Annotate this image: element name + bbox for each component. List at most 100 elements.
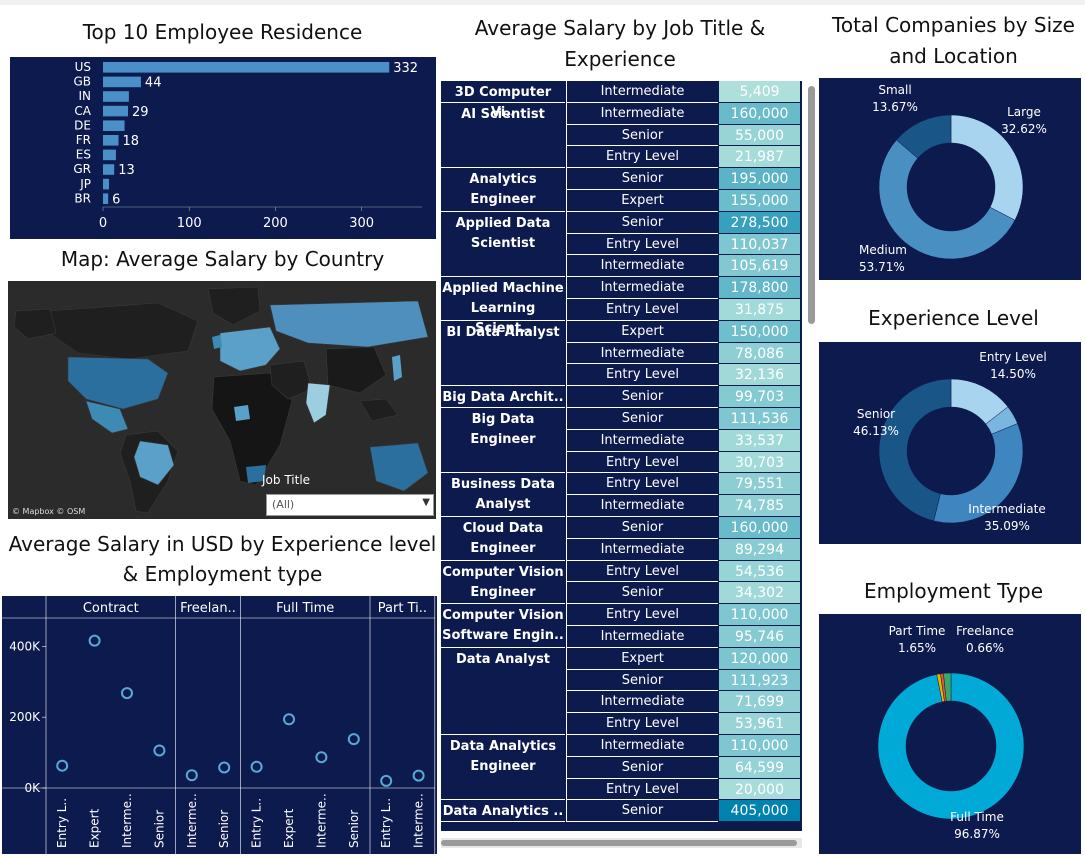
experience-cell[interactable]: Intermediate <box>566 277 718 299</box>
experience-cell[interactable]: Senior <box>566 408 718 430</box>
job-title-cell[interactable]: Big Data Engineer <box>441 408 565 474</box>
salary-cell[interactable]: 30,703 <box>719 451 800 473</box>
experience-cell[interactable]: Intermediate <box>566 429 718 452</box>
donut-slice-pct: 96.87% <box>954 827 1000 841</box>
salary-cell[interactable]: 155,000 <box>719 190 800 211</box>
job-title-cell[interactable]: Cloud Data Engineer <box>441 517 565 561</box>
experience-cell[interactable]: Entry Level <box>566 560 718 583</box>
salary-cell[interactable]: 79,551 <box>719 473 800 495</box>
experience-cell[interactable]: Intermediate <box>566 538 718 561</box>
salary-cell[interactable]: 78,086 <box>719 342 800 364</box>
experience-cell[interactable]: Entry Level <box>566 146 718 169</box>
salary-cell[interactable]: 110,037 <box>719 233 800 255</box>
experience-cell[interactable]: Intermediate <box>566 495 718 517</box>
experience-cell[interactable]: Entry Level <box>566 778 718 801</box>
job-title-cell[interactable]: Data Analyst <box>441 648 565 735</box>
table-horizontal-scrollbar-thumb[interactable] <box>441 840 797 846</box>
salary-cell[interactable]: 160,000 <box>719 102 800 124</box>
table-horizontal-scrollbar-track[interactable] <box>441 838 802 848</box>
salary-cell[interactable]: 120,000 <box>719 647 800 669</box>
scatter-title: Average Salary in USD by Experience leve… <box>8 532 437 586</box>
experience-cell[interactable]: Entry Level <box>566 299 718 321</box>
salary-cell[interactable]: 31,875 <box>719 299 800 320</box>
salary-cell[interactable]: 89,294 <box>719 538 800 560</box>
experience-cell[interactable]: Intermediate <box>566 626 718 648</box>
job-title-cell[interactable]: Big Data Archit.. <box>441 386 565 408</box>
salary-cell[interactable]: 54,536 <box>719 560 800 582</box>
scatter-point <box>315 751 328 764</box>
experience-cell[interactable]: Senior <box>566 517 718 539</box>
experience-cell[interactable]: Expert <box>566 320 718 343</box>
experience-cell[interactable]: Senior <box>566 669 718 692</box>
donut-slice-label: Senior <box>857 407 895 421</box>
experience-cell[interactable]: Entry Level <box>566 233 718 256</box>
salary-cell[interactable]: 278,500 <box>719 211 800 233</box>
experience-cell[interactable]: Senior <box>566 756 718 779</box>
experience-cell[interactable]: Expert <box>566 647 718 670</box>
salary-cell[interactable]: 110,000 <box>719 735 800 756</box>
bar <box>103 62 390 73</box>
salary-cell[interactable]: 33,537 <box>719 429 800 451</box>
experience-cell[interactable]: Entry Level <box>566 604 718 626</box>
experience-cell[interactable]: Senior <box>566 582 718 605</box>
experience-cell[interactable]: Senior <box>566 211 718 234</box>
salary-table[interactable]: 3D Computer Vi.. Intermediate 5,409 AI Scie… <box>441 81 802 831</box>
job-title-cell[interactable]: Computer Vision Software Engin.. <box>441 604 565 648</box>
experience-cell[interactable]: Intermediate <box>566 735 718 757</box>
job-title-cell[interactable]: Data Analytics Engineer <box>441 735 565 801</box>
donut-slice-pct: 53.71% <box>859 260 905 274</box>
job-title-cell[interactable]: Business Data Analyst <box>441 473 565 517</box>
salary-cell[interactable]: 150,000 <box>719 320 800 342</box>
map-panel[interactable]: Job Title (All) ▼ © Mapbox © OSM <box>8 281 436 519</box>
salary-cell[interactable]: 111,536 <box>719 408 800 429</box>
salary-cell[interactable]: 195,000 <box>719 168 800 189</box>
donut-slice-pct: 1.65% <box>898 641 936 655</box>
job-title-cell[interactable]: Applied Data Scientist <box>441 212 565 278</box>
experience-cell[interactable]: Entry Level <box>566 451 718 474</box>
world-map[interactable] <box>8 281 436 519</box>
salary-cell[interactable]: 64,599 <box>719 756 800 778</box>
chevron-down-icon[interactable]: ▼ <box>422 497 430 508</box>
experience-cell[interactable]: Senior <box>566 800 718 823</box>
job-title-cell[interactable]: 3D Computer Vi.. <box>441 81 565 120</box>
salary-cell[interactable]: 53,961 <box>719 713 800 734</box>
experience-cell[interactable]: Intermediate <box>566 691 718 714</box>
bar <box>103 76 141 88</box>
salary-cell[interactable]: 20,000 <box>719 778 800 800</box>
salary-cell[interactable]: 74,785 <box>719 495 800 516</box>
salary-cell[interactable]: 99,703 <box>719 386 800 407</box>
salary-cell[interactable]: 160,000 <box>719 517 800 538</box>
salary-cell[interactable]: 71,699 <box>719 691 800 713</box>
salary-cell[interactable]: 95,746 <box>719 626 800 647</box>
experience-cell[interactable]: Senior <box>566 168 718 190</box>
salary-cell[interactable]: 110,000 <box>719 604 800 625</box>
job-title-cell[interactable]: Analytics Engineer <box>441 168 565 212</box>
salary-cell[interactable]: 21,987 <box>719 146 800 168</box>
experience-cell[interactable]: Entry Level <box>566 364 718 387</box>
salary-cell[interactable]: 405,000 <box>719 800 800 822</box>
job-title-cell[interactable]: Applied Machine Learning Scient.. <box>441 277 565 336</box>
salary-cell[interactable]: 105,619 <box>719 255 800 277</box>
salary-cell[interactable]: 178,800 <box>719 277 800 298</box>
salary-cell[interactable]: 5,409 <box>719 81 800 102</box>
experience-cell[interactable]: Senior <box>566 386 718 408</box>
experience-cell[interactable]: Entry Level <box>566 713 718 735</box>
experience-cell[interactable]: Intermediate <box>566 102 718 125</box>
job-title-filter-select[interactable]: (All) ▼ <box>266 494 434 516</box>
experience-cell[interactable]: Entry Level <box>566 473 718 496</box>
experience-cell[interactable]: Senior <box>566 124 718 147</box>
experience-cell[interactable]: Intermediate <box>566 342 718 365</box>
salary-cell[interactable]: 32,136 <box>719 364 800 386</box>
table-vertical-scrollbar[interactable] <box>808 86 815 324</box>
job-title-line: Big Data <box>471 412 535 427</box>
experience-cell[interactable]: Expert <box>566 190 718 212</box>
job-title-cell[interactable]: BI Data Analyst <box>441 321 565 387</box>
salary-cell[interactable]: 55,000 <box>719 124 800 146</box>
job-title-cell[interactable]: Data Analytics .. <box>441 800 565 823</box>
salary-cell[interactable]: 111,923 <box>719 669 800 691</box>
experience-cell[interactable]: Intermediate <box>566 81 718 103</box>
job-title-cell[interactable]: Computer Vision Engineer <box>441 561 565 605</box>
experience-cell[interactable]: Intermediate <box>566 255 718 278</box>
salary-cell[interactable]: 34,302 <box>719 582 800 604</box>
job-title-cell[interactable]: AI Scientist <box>441 103 565 169</box>
